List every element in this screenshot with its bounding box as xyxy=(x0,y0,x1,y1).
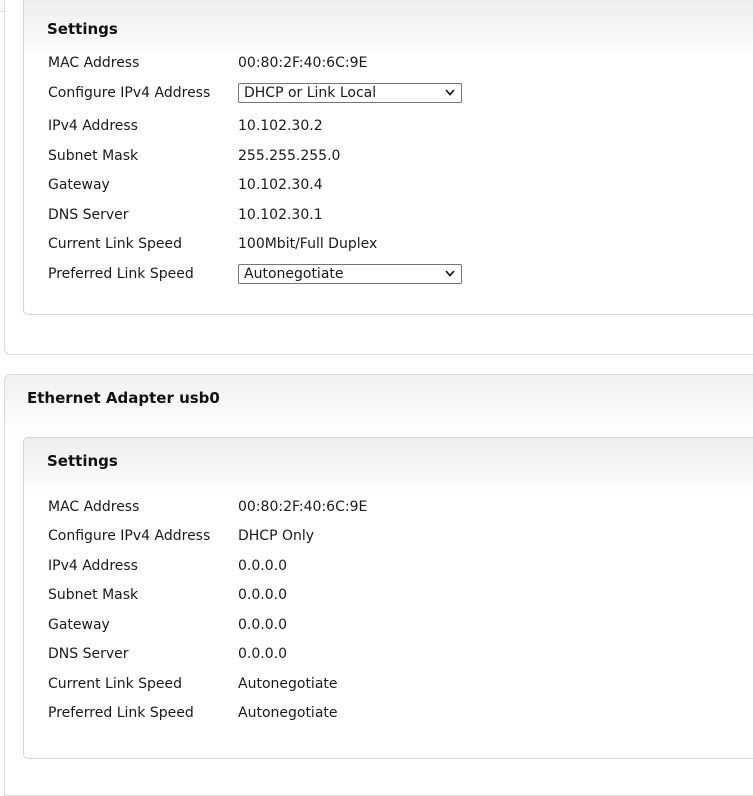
field-label: Configure IPv4 Address xyxy=(48,85,211,101)
field-label: Configure IPv4 Address xyxy=(48,528,211,544)
field-value: 0.0.0.0 xyxy=(238,617,287,633)
field-label: Preferred Link Speed xyxy=(48,266,194,282)
chevron-down-icon xyxy=(445,270,455,277)
field-value: 0.0.0.0 xyxy=(238,558,287,574)
select-value: DHCP or Link Local xyxy=(244,85,377,101)
field-label: Preferred Link Speed xyxy=(48,705,194,721)
settings-box-1: Settings MAC Address 00:80:2F:40:6C:9E C… xyxy=(23,0,753,315)
field-value: 0.0.0.0 xyxy=(238,646,287,662)
field-value: 10.102.30.4 xyxy=(238,177,323,193)
field-value: 0.0.0.0 xyxy=(238,587,287,603)
settings-title: Settings xyxy=(47,20,118,38)
field-value: 10.102.30.2 xyxy=(238,118,323,134)
field-value: 255.255.255.0 xyxy=(238,148,341,164)
field-value: 100Mbit/Full Duplex xyxy=(238,236,378,252)
adapter-panel-usb0: Ethernet Adapter usb0 Settings MAC Addre… xyxy=(4,374,753,796)
configure-ipv4-select[interactable]: DHCP or Link Local xyxy=(238,83,462,103)
field-value: 10.102.30.1 xyxy=(238,207,323,223)
preferred-link-speed-select[interactable]: Autonegotiate xyxy=(238,264,462,284)
field-label: Gateway xyxy=(48,177,110,193)
field-value: 00:80:2F:40:6C:9E xyxy=(238,55,368,71)
field-label: Subnet Mask xyxy=(48,148,139,164)
settings-box-2: Settings MAC Address 00:80:2F:40:6C:9E C… xyxy=(23,437,753,759)
field-label: IPv4 Address xyxy=(48,118,138,134)
field-value: 00:80:2F:40:6C:9E xyxy=(238,499,368,515)
field-label: MAC Address xyxy=(48,55,140,71)
settings-title: Settings xyxy=(47,452,118,470)
field-value: DHCP Only xyxy=(238,528,315,544)
field-value: Autonegotiate xyxy=(238,676,338,692)
chevron-down-icon xyxy=(445,89,455,96)
field-value: Autonegotiate xyxy=(238,705,338,721)
adapter-title: Ethernet Adapter usb0 xyxy=(27,389,220,407)
field-label: DNS Server xyxy=(48,646,129,662)
adapter-panel-1: Settings MAC Address 00:80:2F:40:6C:9E C… xyxy=(4,0,753,355)
field-label: Gateway xyxy=(48,617,110,633)
field-label: Current Link Speed xyxy=(48,676,183,692)
field-label: Subnet Mask xyxy=(48,587,139,603)
field-label: DNS Server xyxy=(48,207,129,223)
field-label: MAC Address xyxy=(48,499,140,515)
select-value: Autonegotiate xyxy=(244,266,344,282)
field-label: IPv4 Address xyxy=(48,558,138,574)
field-label: Current Link Speed xyxy=(48,236,183,252)
